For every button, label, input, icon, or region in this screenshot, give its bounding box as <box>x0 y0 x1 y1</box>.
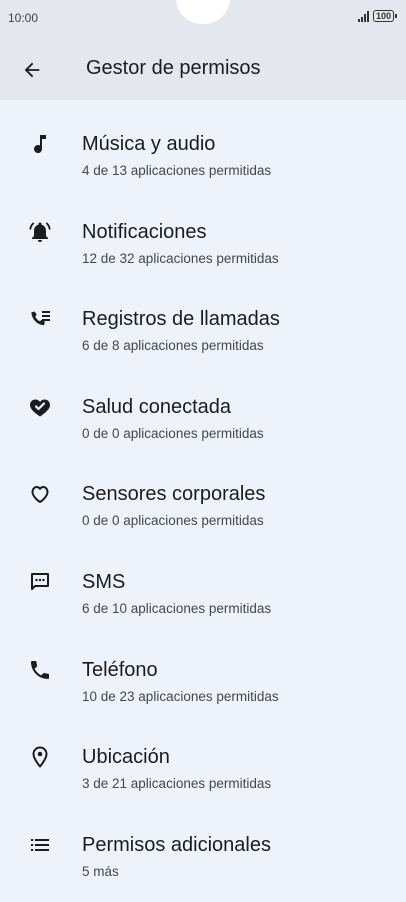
list-item-additional-permissions[interactable]: Permisos adicionales 5 más <box>0 801 406 889</box>
phone-icon <box>31 660 49 679</box>
item-subtitle: 12 de 32 aplicaciones permitidas <box>82 250 279 266</box>
page-title: Gestor de permisos <box>86 57 261 79</box>
location-icon <box>32 746 48 768</box>
item-title: Registros de llamadas <box>82 308 280 331</box>
music-note-icon <box>34 135 46 154</box>
item-subtitle: 6 de 8 aplicaciones permitidas <box>82 338 264 354</box>
item-title: Teléfono <box>82 658 158 681</box>
item-title: Sensores corporales <box>82 483 266 506</box>
item-subtitle: 0 de 0 aplicaciones permitidas <box>82 513 264 529</box>
camera-notch <box>176 0 230 24</box>
item-title: Permisos adicionales <box>82 833 271 856</box>
item-subtitle: 4 de 13 aplicaciones permitidas <box>82 163 272 178</box>
sms-icon <box>31 572 49 590</box>
list-item-health-connect[interactable]: Salud conectada 0 de 0 aplicaciones perm… <box>0 363 406 451</box>
battery-icon: 100 <box>372 10 398 22</box>
list-item-music-audio[interactable]: Música y audio 4 de 13 aplicaciones perm… <box>0 100 406 188</box>
item-title: Ubicación <box>82 746 170 769</box>
list-item-notifications[interactable]: Notificaciones 12 de 32 aplicaciones per… <box>0 188 406 276</box>
item-subtitle: 5 más <box>82 863 119 879</box>
arrow-back-icon <box>24 62 40 78</box>
heart-outline-icon <box>31 486 49 504</box>
call-log-icon <box>31 311 50 326</box>
list-item-phone[interactable]: Teléfono 10 de 23 aplicaciones permitida… <box>0 626 406 714</box>
item-title: Salud conectada <box>82 395 232 418</box>
item-title: Notificaciones <box>82 220 207 243</box>
item-title: Música y audio <box>82 133 216 155</box>
item-subtitle: 3 de 21 aplicaciones permitidas <box>82 776 272 792</box>
item-subtitle: 0 de 0 aplicaciones permitidas <box>82 425 264 441</box>
back-button[interactable] <box>18 56 46 84</box>
item-subtitle: 10 de 23 aplicaciones permitidas <box>82 688 279 704</box>
status-bar: 10:00 100 <box>0 0 406 40</box>
status-icons: 100 <box>357 10 398 22</box>
list-item-sms[interactable]: SMS 6 de 10 aplicaciones permitidas <box>0 538 406 626</box>
item-title: SMS <box>82 570 126 593</box>
notifications-icon <box>29 221 51 242</box>
permission-list: Música y audio 4 de 13 aplicaciones perm… <box>0 100 406 888</box>
item-subtitle: 6 de 10 aplicaciones permitidas <box>82 600 272 616</box>
health-connect-icon <box>30 399 50 417</box>
list-item-location[interactable]: Ubicación 3 de 21 aplicaciones permitida… <box>0 713 406 801</box>
list-item-call-logs[interactable]: Registros de llamadas 6 de 8 aplicacione… <box>0 275 406 363</box>
app-bar: Gestor de permisos <box>0 40 406 100</box>
list-item-body-sensors[interactable]: Sensores corporales 0 de 0 aplicaciones … <box>0 450 406 538</box>
list-icon <box>31 838 49 851</box>
signal-icon <box>357 10 369 22</box>
status-time: 10:00 <box>8 11 39 25</box>
